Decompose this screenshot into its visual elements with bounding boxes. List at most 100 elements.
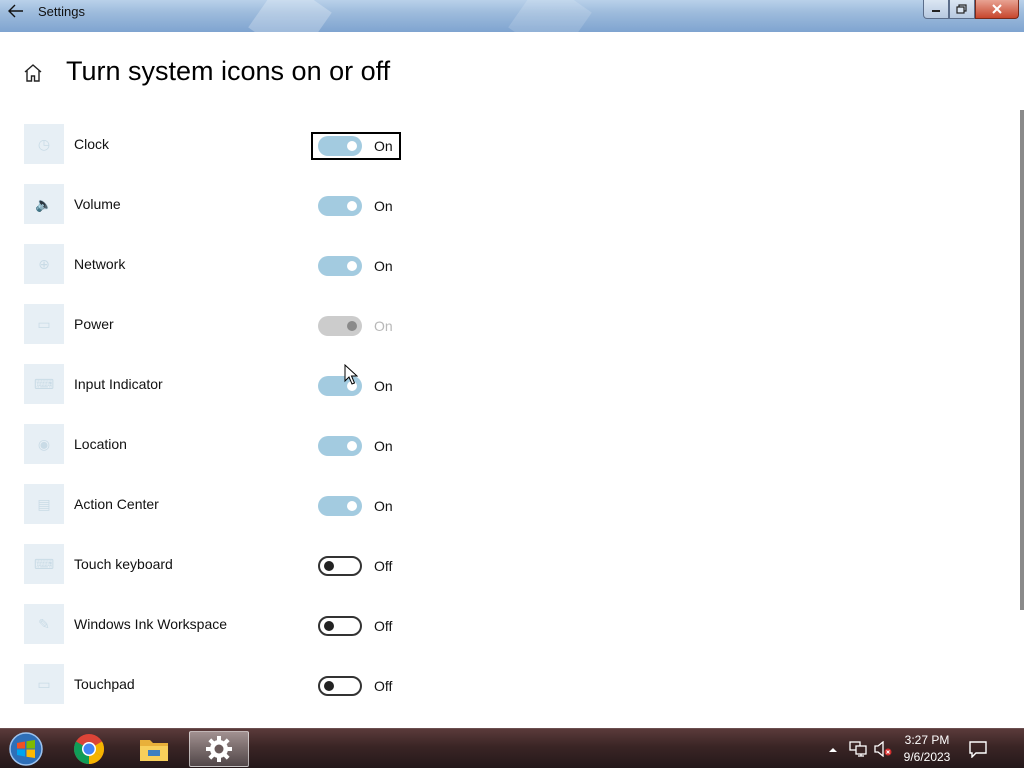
toggle-switch[interactable] xyxy=(318,556,362,576)
notification-center-button[interactable] xyxy=(968,729,988,768)
toggle-state-label: On xyxy=(374,378,393,394)
chrome-icon xyxy=(73,734,105,764)
taskbar: 3:27 PM 9/6/2023 xyxy=(0,728,1024,768)
system-icon-toggle[interactable]: Off xyxy=(314,672,400,700)
system-icon-toggle[interactable]: On xyxy=(314,192,400,220)
toggle-state-label: On xyxy=(374,258,393,274)
system-icon-toggle[interactable]: On xyxy=(314,492,400,520)
network-icon: ⊕ xyxy=(24,244,64,284)
system-icon-row: 🔈 Volume On xyxy=(0,180,1016,240)
location-icon: ◉ xyxy=(24,424,64,464)
keyboard-icon: ⌨ xyxy=(24,364,64,404)
system-icon-row: ◷ Clock On xyxy=(0,120,1016,180)
mouse-cursor-icon xyxy=(344,364,358,385)
system-icon-toggle[interactable]: On xyxy=(314,252,400,280)
settings-gear-icon xyxy=(206,736,232,762)
system-icon-row: ✎ Windows Ink Workspace Off xyxy=(0,600,1016,660)
system-icon-row: ⊕ Network On xyxy=(0,240,1016,300)
toggle-knob xyxy=(347,441,357,451)
page-title: Turn system icons on or off xyxy=(66,56,391,86)
system-icon-label: Windows Ink Workspace xyxy=(74,616,228,632)
system-icon-toggle[interactable]: Off xyxy=(314,552,400,580)
toggle-knob xyxy=(347,321,357,331)
system-icon-label: Input Indicator xyxy=(74,376,163,392)
toggle-switch[interactable] xyxy=(318,616,362,636)
volume-icon: 🔈 xyxy=(24,184,64,224)
system-icons-list: ◷ Clock On 🔈 Volume On ⊕ Network On ▭ Power On ⌨ Inpu… xyxy=(0,120,1016,728)
system-icon-label: Volume xyxy=(74,196,121,212)
maximize-icon xyxy=(956,4,967,14)
taskbar-file-explorer[interactable] xyxy=(124,731,184,767)
home-icon xyxy=(24,64,42,82)
taskbar-clock[interactable]: 3:27 PM 9/6/2023 xyxy=(896,732,958,766)
action-center-icon: ▤ xyxy=(24,484,64,524)
toggle-state-label: On xyxy=(374,438,393,454)
system-icon-toggle[interactable]: On xyxy=(314,432,400,460)
back-button[interactable] xyxy=(0,0,32,22)
toggle-state-label: On xyxy=(374,318,393,334)
clock-date: 9/6/2023 xyxy=(903,750,951,764)
toggle-state-label: On xyxy=(374,198,393,214)
maximize-button[interactable] xyxy=(949,0,975,19)
toggle-knob xyxy=(347,201,357,211)
system-icon-row: ◉ Location On xyxy=(0,420,1016,480)
toggle-state-label: Off xyxy=(374,618,393,634)
toggle-knob xyxy=(324,561,334,571)
start-button[interactable] xyxy=(6,730,46,768)
system-icon-label: Power xyxy=(74,316,114,332)
volume-muted-icon xyxy=(874,741,892,757)
minimize-icon xyxy=(932,10,940,12)
touchpad-icon: ▭ xyxy=(24,664,64,704)
system-icon-label: Network xyxy=(74,256,126,272)
system-icon-row: ▭ Power On xyxy=(0,300,1016,360)
tray-network[interactable] xyxy=(849,729,867,768)
system-icon-row: ▤ Action Center On xyxy=(0,480,1016,540)
tray-volume[interactable] xyxy=(873,729,893,768)
system-icon-label: Clock xyxy=(74,136,110,152)
toggle-knob xyxy=(347,261,357,271)
toggle-switch[interactable] xyxy=(318,496,362,516)
toggle-switch[interactable] xyxy=(318,196,362,216)
taskbar-settings[interactable] xyxy=(189,731,249,767)
clock-time: 3:27 PM xyxy=(904,733,950,747)
minimize-button[interactable] xyxy=(923,0,949,19)
system-icon-label: Action Center xyxy=(74,496,159,512)
system-icon-label: Location xyxy=(74,436,127,452)
title-bar: Settings xyxy=(0,0,1024,32)
home-button[interactable] xyxy=(22,62,44,84)
toggle-switch[interactable] xyxy=(318,436,362,456)
toggle-switch[interactable] xyxy=(318,676,362,696)
scrollbar[interactable] xyxy=(1020,110,1024,610)
toggle-state-label: Off xyxy=(374,558,393,574)
toggle-state-label: On xyxy=(374,498,393,514)
network-icon xyxy=(849,741,867,757)
toggle-switch xyxy=(318,316,362,336)
pen-icon: ✎ xyxy=(24,604,64,644)
toggle-switch[interactable] xyxy=(318,256,362,276)
power-battery-icon: ▭ xyxy=(24,304,64,344)
close-button[interactable] xyxy=(975,0,1019,19)
action-center-icon xyxy=(969,741,987,758)
titlebar-glare xyxy=(248,0,332,32)
clock-icon: ◷ xyxy=(24,124,64,164)
titlebar-glare xyxy=(508,0,592,32)
toggle-knob xyxy=(324,681,334,691)
touch-keyboard-icon: ⌨ xyxy=(24,544,64,584)
show-hidden-icons-icon xyxy=(829,748,837,752)
close-icon xyxy=(992,4,1002,14)
windows-start-icon xyxy=(9,732,43,766)
system-icon-label: Touchpad xyxy=(74,676,135,692)
file-explorer-icon xyxy=(140,740,168,761)
back-arrow-icon xyxy=(8,4,23,18)
system-icon-toggle: On xyxy=(314,312,400,340)
toggle-knob xyxy=(347,501,357,511)
show-hidden-icons-button[interactable] xyxy=(826,729,840,768)
system-icon-label: Touch keyboard xyxy=(74,556,173,572)
system-icon-row: ⌨ Input Indicator On xyxy=(0,360,1016,420)
toggle-switch[interactable] xyxy=(318,136,362,156)
toggle-state-label: On xyxy=(374,138,393,154)
system-icon-toggle[interactable]: On xyxy=(311,132,401,160)
taskbar-chrome[interactable] xyxy=(59,731,119,767)
system-icon-row: ⌨ Touch keyboard Off xyxy=(0,540,1016,600)
system-icon-toggle[interactable]: Off xyxy=(314,612,400,640)
